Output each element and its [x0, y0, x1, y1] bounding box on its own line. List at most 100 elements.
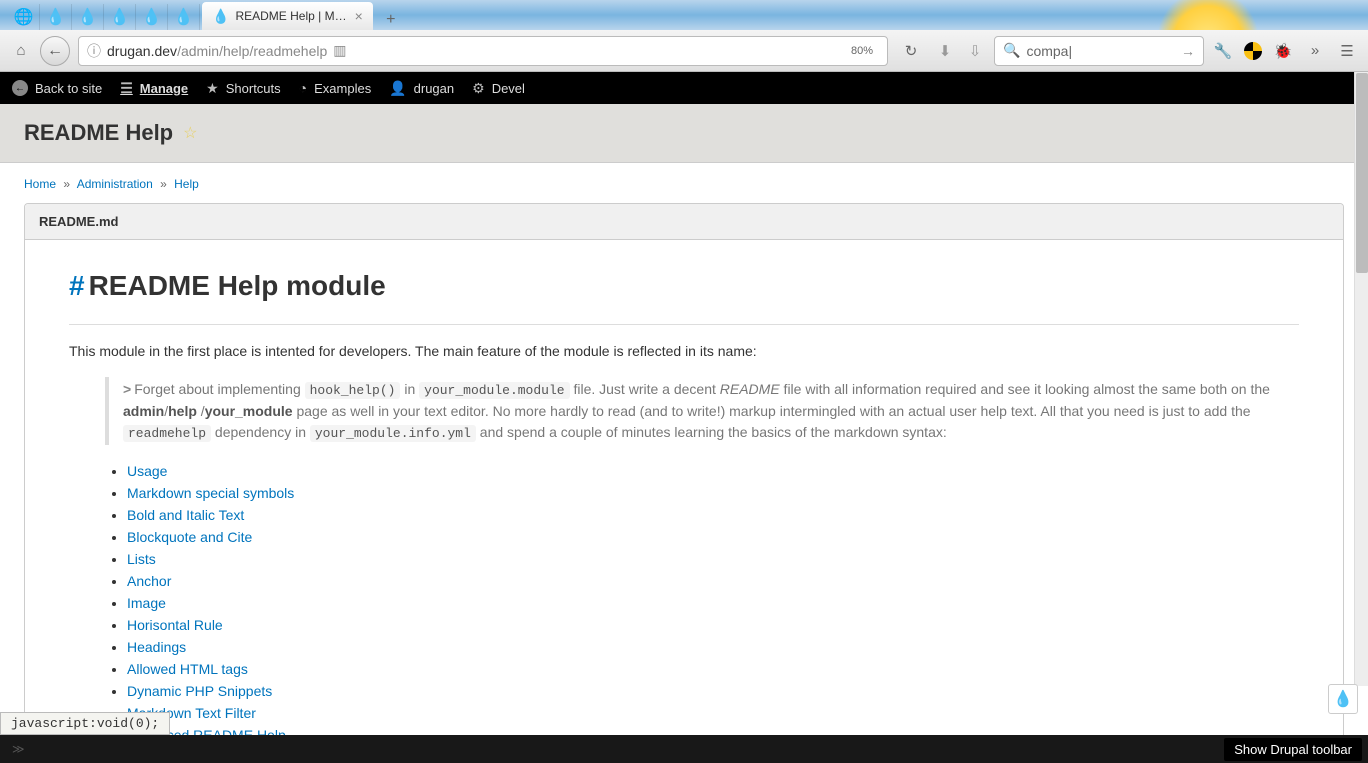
quote-marker: >: [123, 381, 131, 397]
download-icon[interactable]: ⬇: [934, 40, 956, 62]
toc-link[interactable]: Markdown special symbols: [127, 485, 294, 501]
code-yml: your_module.info.yml: [310, 425, 476, 442]
devel-menu[interactable]: ⚙ Devel: [472, 80, 525, 97]
toc-link[interactable]: Headings: [127, 639, 186, 655]
tab-drupal-2[interactable]: 💧: [72, 4, 104, 30]
back-to-site[interactable]: ← Back to site: [12, 80, 102, 96]
shortcuts-menu[interactable]: ★ Shortcuts: [206, 80, 280, 97]
new-tab-button[interactable]: +: [379, 10, 403, 30]
readme-container: README.md #README Help module This modul…: [24, 203, 1344, 735]
tab-globe[interactable]: 🌐: [8, 4, 40, 30]
toc-link[interactable]: Horisontal Rule: [127, 617, 223, 633]
q-bold: help: [168, 403, 197, 419]
tab-drupal-4[interactable]: 💧: [136, 4, 168, 30]
code-dep: readmehelp: [123, 425, 211, 442]
status-bar: javascript:void(0);: [0, 712, 170, 735]
drop-icon: ◔: [299, 80, 307, 96]
toc-item: Dynamic PHP Snippets: [127, 683, 1299, 699]
gear-icon: ⚙: [472, 80, 485, 97]
examples-menu[interactable]: ◔ Examples: [299, 80, 372, 96]
code-module: your_module.module: [419, 382, 569, 399]
q-text: page as well in your text editor. No mor…: [293, 403, 1251, 419]
toc-link[interactable]: Anchor: [127, 573, 171, 589]
zoom-level[interactable]: 80%: [845, 43, 879, 59]
devel-label: Devel: [492, 81, 525, 96]
toc-item: Anchor: [127, 573, 1299, 589]
toc-item: Markdown Text Filter: [127, 705, 1299, 721]
tab-active[interactable]: 💧 README Help | M… ×: [202, 2, 373, 30]
toc-item: Blockquote and Cite: [127, 529, 1299, 545]
tab-drupal-1[interactable]: 💧: [40, 4, 72, 30]
tab-drupal-3[interactable]: 💧: [104, 4, 136, 30]
breadcrumb-help[interactable]: Help: [174, 177, 199, 191]
hazard-icon[interactable]: [1244, 42, 1262, 60]
toc-link[interactable]: Blockquote and Cite: [127, 529, 252, 545]
readme-body: #README Help module This module in the f…: [25, 240, 1343, 735]
nav-back-button[interactable]: ←: [40, 36, 70, 66]
close-icon[interactable]: ×: [355, 8, 363, 24]
drupal-admin-toolbar: ← Back to site ☰ Manage ★ Shortcuts ◔ Ex…: [0, 72, 1368, 104]
readme-filename: README.md: [25, 204, 1343, 240]
q-bold: admin: [123, 403, 164, 419]
breadcrumb: Home » Administration » Help: [24, 177, 1344, 191]
prompt-icon: ≫: [12, 742, 25, 756]
download-arrow-icon[interactable]: ⇩: [964, 40, 986, 62]
readme-heading-text: README Help module: [89, 270, 386, 302]
q-em: README: [720, 381, 780, 397]
tab-title: README Help | M…: [235, 9, 346, 23]
toc-item: Usage: [127, 463, 1299, 479]
q-text: /: [197, 403, 205, 419]
hamburger-icon: ☰: [120, 80, 133, 97]
breadcrumb-sep: »: [63, 177, 70, 191]
bug-icon[interactable]: 🐞: [1272, 40, 1294, 62]
q-text: Forget about implementing: [134, 381, 304, 397]
scrollbar-thumb[interactable]: [1356, 73, 1368, 273]
back-icon: ←: [12, 80, 28, 96]
wrench-icon[interactable]: 🔧: [1212, 40, 1234, 62]
drupal-icon: 💧: [212, 8, 229, 25]
toc-list: Usage Markdown special symbols Bold and It…: [127, 463, 1299, 735]
scrollbar[interactable]: [1354, 72, 1368, 686]
browser-tabs: 🌐 💧 💧 💧 💧 💧 💧 README Help | M… × +: [0, 0, 1368, 30]
toc-item: Advanced README Help: [127, 727, 1299, 735]
favorite-star-icon[interactable]: ☆: [183, 123, 197, 143]
reload-icon[interactable]: ↻: [896, 40, 926, 62]
toc-link[interactable]: Dynamic PHP Snippets: [127, 683, 272, 699]
manage-menu[interactable]: ☰ Manage: [120, 80, 188, 97]
toc-link[interactable]: Lists: [127, 551, 156, 567]
q-text: file with all information required and s…: [780, 381, 1270, 397]
content-area: Home » Administration » Help README.md #…: [0, 163, 1368, 735]
toc-link[interactable]: Allowed HTML tags: [127, 661, 248, 677]
q-text: in: [400, 381, 419, 397]
breadcrumb-home[interactable]: Home: [24, 177, 56, 191]
info-icon[interactable]: ⓘ: [87, 41, 101, 61]
home-icon[interactable]: ⌂: [10, 40, 32, 62]
code-hook: hook_help(): [305, 382, 401, 399]
browser-toolbar: ⌂ ← ⓘ drugan.dev/admin/help/readmehelp ▥…: [0, 30, 1368, 72]
star-icon: ★: [206, 80, 219, 97]
toc-link[interactable]: Usage: [127, 463, 167, 479]
user-icon: 👤: [389, 80, 406, 97]
toc-item: Horisontal Rule: [127, 617, 1299, 633]
url-domain: drugan.dev: [107, 43, 177, 59]
url-bar[interactable]: ⓘ drugan.dev/admin/help/readmehelp ▥ 80%: [78, 36, 888, 66]
reader-icon[interactable]: ▥: [333, 42, 346, 59]
user-menu[interactable]: 👤 drugan: [389, 80, 454, 97]
search-go-icon[interactable]: →: [1181, 43, 1195, 59]
manage-label: Manage: [140, 81, 188, 96]
page-title: README Help: [24, 120, 173, 146]
drupal-badge-button[interactable]: 💧: [1328, 684, 1358, 714]
user-label: drugan: [414, 81, 454, 96]
overflow-icon[interactable]: »: [1304, 40, 1326, 62]
breadcrumb-admin[interactable]: Administration: [77, 177, 153, 191]
menu-icon[interactable]: ☰: [1336, 40, 1358, 62]
toc-link[interactable]: Bold and Italic Text: [127, 507, 244, 523]
toc-item: Markdown special symbols: [127, 485, 1299, 501]
search-input[interactable]: 🔍 compa| →: [994, 36, 1204, 66]
toc-item: Lists: [127, 551, 1299, 567]
hash-anchor-icon[interactable]: #: [69, 270, 85, 302]
tab-drupal-5[interactable]: 💧: [168, 4, 200, 30]
intro-text: This module in the first place is intent…: [69, 343, 1299, 359]
readme-heading: #README Help module: [69, 270, 1299, 304]
toc-link[interactable]: Image: [127, 595, 166, 611]
